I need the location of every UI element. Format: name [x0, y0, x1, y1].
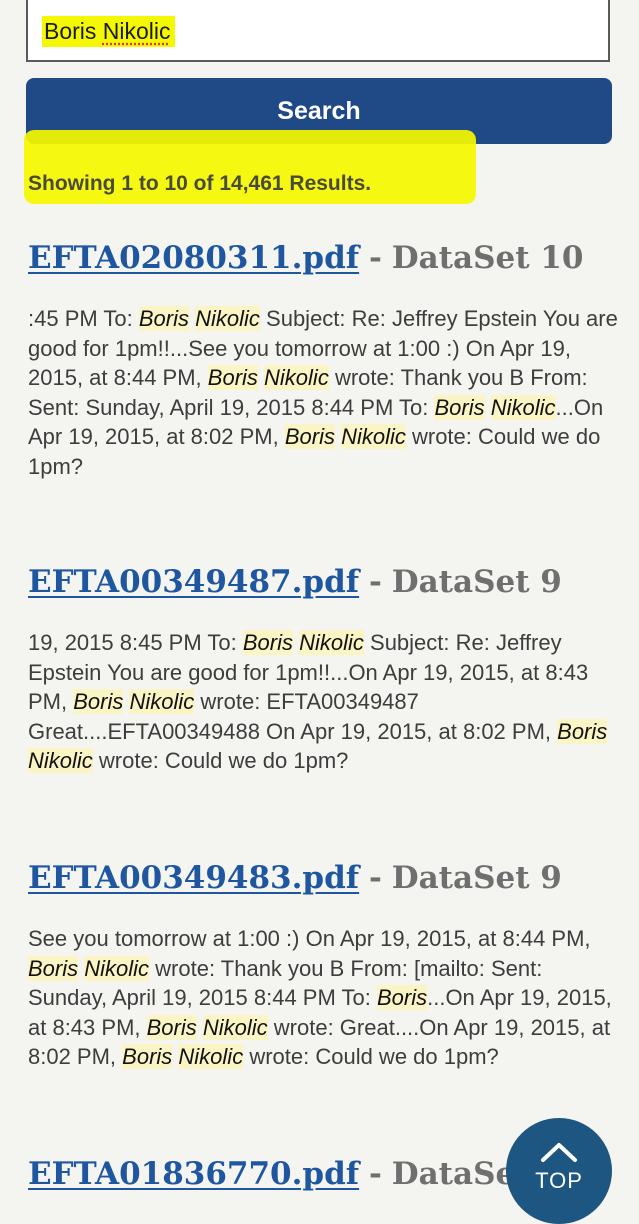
search-hit: Boris	[138, 306, 189, 331]
search-hit: Boris	[557, 718, 608, 744]
search-hit: Boris	[207, 365, 258, 390]
search-hit: Boris	[73, 689, 124, 714]
back-to-top-label: TOP	[535, 1168, 583, 1193]
snippet-text: 19, 2015 8:45 PM To:	[28, 630, 243, 655]
search-hit: Boris	[242, 630, 293, 655]
search-hit: Nikolic	[264, 365, 329, 390]
search-hit: Nikolic	[299, 630, 364, 655]
search-hit: Nikolic	[129, 689, 195, 714]
result-title: EFTA00349483.pdf - DataSet 9	[28, 858, 618, 898]
result-item: EFTA00349483.pdf - DataSet 9 See you tom…	[28, 858, 618, 1072]
snippet-text: wrote: Could we do 1pm?	[92, 748, 349, 773]
search-hit: Nikolic	[84, 955, 150, 981]
result-dataset: DataSet 9	[391, 564, 562, 600]
result-snippet: 19, 2015 8:45 PM To: Boris Nikolic Subje…	[28, 628, 618, 776]
result-separator: -	[368, 1156, 382, 1192]
result-separator: -	[368, 564, 382, 600]
search-hit: Nikolic	[202, 1014, 268, 1040]
result-snippet: See you tomorrow at 1:00 :) On Apr 19, 2…	[28, 924, 618, 1072]
result-dataset: DataSet 9	[391, 860, 562, 896]
search-hit: Boris	[28, 955, 79, 981]
result-separator: -	[368, 240, 382, 276]
search-hit: Nikolic	[341, 424, 406, 449]
result-snippet: :45 PM To: Boris Nikolic Subject: Re: Je…	[28, 304, 618, 481]
search-hit: Nikolic	[490, 394, 556, 420]
snippet-text	[197, 1015, 203, 1040]
search-input[interactable]: Boris Nikolic	[26, 0, 610, 62]
result-separator: -	[368, 860, 382, 896]
result-file-link[interactable]: EFTA02080311.pdf	[28, 240, 359, 276]
snippet-text	[485, 395, 491, 420]
result-file-link[interactable]: EFTA00349483.pdf	[28, 860, 359, 896]
search-hit: Nikolic	[28, 748, 93, 773]
search-hit: Boris	[284, 424, 335, 449]
search-hit: Nikolic	[178, 1044, 244, 1069]
chevron-up-icon	[541, 1143, 577, 1162]
result-item: EFTA00349487.pdf - DataSet 9 19, 2015 8:…	[28, 562, 618, 776]
search-hit: Boris	[376, 985, 428, 1010]
snippet-text: wrote: Could we do 1pm?	[243, 1044, 499, 1069]
result-file-link[interactable]: EFTA01836770.pdf	[28, 1156, 359, 1192]
search-hit: Boris	[434, 394, 485, 420]
search-hit: Boris	[122, 1044, 173, 1069]
snippet-text: See you tomorrow at 1:00 :) On Apr 19, 2…	[28, 926, 591, 951]
result-title: EFTA02080311.pdf - DataSet 10	[28, 238, 618, 278]
result-file-link[interactable]: EFTA00349487.pdf	[28, 564, 359, 600]
back-to-top-button[interactable]: TOP	[506, 1118, 612, 1224]
result-count: Showing 1 to 10 of 14,461 Results.	[28, 172, 372, 195]
search-hit: Nikolic	[195, 306, 260, 331]
search-hit: Boris	[146, 1014, 197, 1040]
result-dataset: DataSet 10	[391, 240, 584, 276]
snippet-text: :45 PM To:	[28, 306, 139, 331]
search-input-value: Boris Nikolic	[42, 16, 175, 47]
result-title: EFTA00349487.pdf - DataSet 9	[28, 562, 618, 602]
result-item: EFTA02080311.pdf - DataSet 10 :45 PM To:…	[28, 238, 618, 481]
